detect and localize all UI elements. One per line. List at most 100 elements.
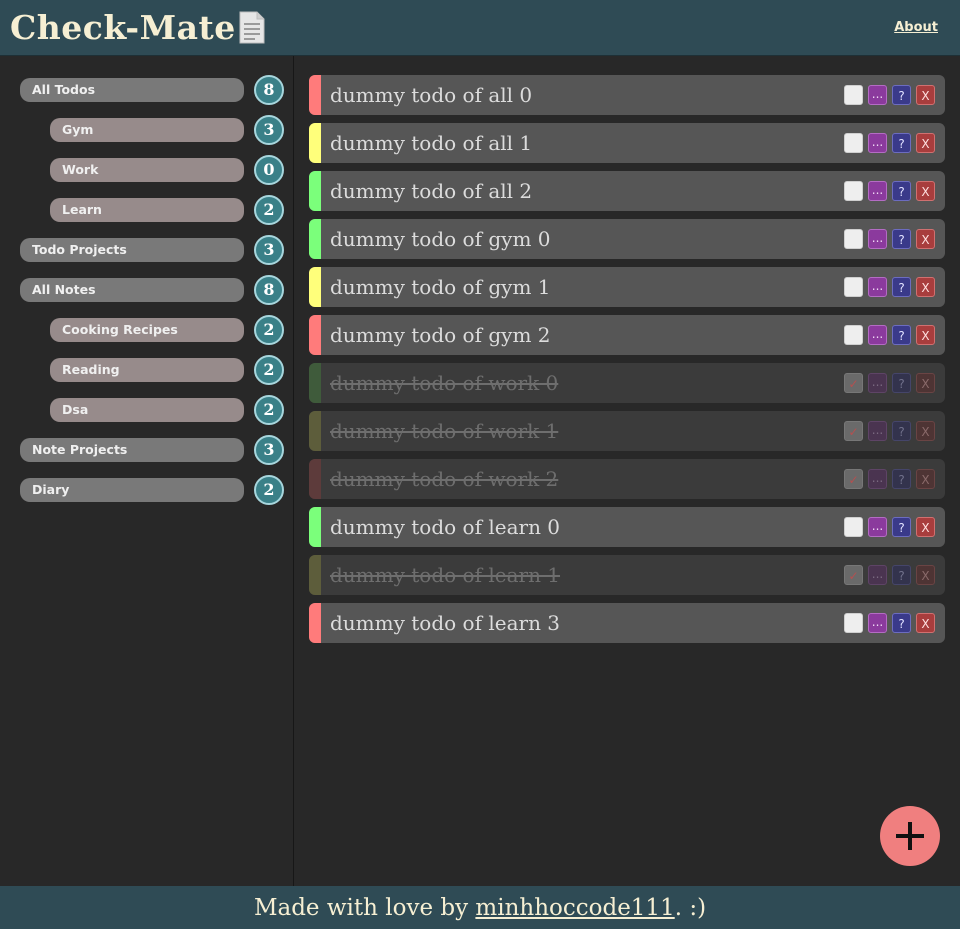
sidebar-item-label[interactable]: Gym — [50, 118, 244, 142]
sidebar-item[interactable]: Note Projects 3 — [0, 435, 294, 465]
complete-checkbox[interactable] — [844, 325, 863, 345]
delete-button[interactable]: X — [916, 229, 935, 249]
todo-item[interactable]: dummy todo of learn 0...? X — [309, 507, 945, 547]
edit-button[interactable]: ... — [868, 277, 887, 297]
todo-item[interactable]: dummy todo of all 1...? X — [309, 123, 945, 163]
todo-controls: ✓...? X — [844, 373, 935, 393]
delete-button[interactable]: X — [916, 373, 935, 393]
delete-button[interactable]: X — [916, 85, 935, 105]
app-header: Check-Mate About — [0, 0, 960, 56]
edit-button[interactable]: ... — [868, 85, 887, 105]
todo-title: dummy todo of learn 3 — [330, 611, 561, 635]
sidebar-item-label[interactable]: Diary — [20, 478, 244, 502]
details-button[interactable]: ? — [892, 277, 911, 297]
edit-button[interactable]: ... — [868, 133, 887, 153]
edit-button[interactable]: ... — [868, 373, 887, 393]
author-link[interactable]: minhhoccode111 — [475, 895, 674, 921]
sidebar-item[interactable]: Learn 2 — [0, 195, 294, 225]
edit-button[interactable]: ... — [868, 469, 887, 489]
sidebar-item[interactable]: Diary 2 — [0, 475, 294, 505]
sidebar-item[interactable]: Dsa 2 — [0, 395, 294, 425]
sidebar-item-label[interactable]: Todo Projects — [20, 238, 244, 262]
sidebar-item[interactable]: All Todos 8 — [0, 75, 294, 105]
sidebar-item-label[interactable]: Work — [50, 158, 244, 182]
sidebar-item-label[interactable]: Learn — [50, 198, 244, 222]
complete-checkbox[interactable] — [844, 181, 863, 201]
todo-item[interactable]: dummy todo of learn 3...? X — [309, 603, 945, 643]
details-button[interactable]: ? — [892, 373, 911, 393]
priority-indicator — [309, 267, 321, 307]
complete-checkbox[interactable]: ✓ — [844, 421, 863, 441]
complete-checkbox[interactable] — [844, 85, 863, 105]
todo-item[interactable]: dummy todo of gym 2...? X — [309, 315, 945, 355]
edit-button[interactable]: ... — [868, 613, 887, 633]
details-button[interactable]: ? — [892, 229, 911, 249]
edit-button[interactable]: ... — [868, 517, 887, 537]
details-button[interactable]: ? — [892, 421, 911, 441]
sidebar-item[interactable]: Cooking Recipes 2 — [0, 315, 294, 345]
todo-controls: ...? X — [844, 133, 935, 153]
sidebar-item[interactable]: Gym 3 — [0, 115, 294, 145]
sidebar-item[interactable]: Work 0 — [0, 155, 294, 185]
details-button[interactable]: ? — [892, 613, 911, 633]
delete-button[interactable]: X — [916, 325, 935, 345]
complete-checkbox[interactable] — [844, 229, 863, 249]
count-badge: 3 — [254, 115, 284, 145]
edit-button[interactable]: ... — [868, 565, 887, 585]
complete-checkbox[interactable]: ✓ — [844, 565, 863, 585]
todo-title: dummy todo of learn 0 — [330, 515, 561, 539]
todo-controls: ✓...? X — [844, 565, 935, 585]
priority-indicator — [309, 315, 321, 355]
todo-controls: ...? X — [844, 517, 935, 537]
todo-controls: ✓...? X — [844, 421, 935, 441]
details-button[interactable]: ? — [892, 133, 911, 153]
details-button[interactable]: ? — [892, 181, 911, 201]
details-button[interactable]: ? — [892, 85, 911, 105]
todo-item[interactable]: dummy todo of work 0 ✓...? X — [309, 363, 945, 403]
details-button[interactable]: ? — [892, 565, 911, 585]
complete-checkbox[interactable] — [844, 133, 863, 153]
edit-button[interactable]: ... — [868, 229, 887, 249]
delete-button[interactable]: X — [916, 565, 935, 585]
delete-button[interactable]: X — [916, 517, 935, 537]
todo-controls: ...? X — [844, 277, 935, 297]
sidebar-item[interactable]: Reading 2 — [0, 355, 294, 385]
sidebar-item-label[interactable]: All Todos — [20, 78, 244, 102]
delete-button[interactable]: X — [916, 277, 935, 297]
sidebar-item-label[interactable]: Note Projects — [20, 438, 244, 462]
sidebar-item-label[interactable]: All Notes — [20, 278, 244, 302]
todo-item[interactable]: dummy todo of work 1 ✓...? X — [309, 411, 945, 451]
delete-button[interactable]: X — [916, 613, 935, 633]
complete-checkbox[interactable]: ✓ — [844, 469, 863, 489]
complete-checkbox[interactable]: ✓ — [844, 373, 863, 393]
delete-button[interactable]: X — [916, 181, 935, 201]
sidebar-item-label[interactable]: Cooking Recipes — [50, 318, 244, 342]
details-button[interactable]: ? — [892, 469, 911, 489]
todo-title: dummy todo of all 0 — [330, 83, 533, 107]
todo-item[interactable]: dummy todo of learn 1 ✓...? X — [309, 555, 945, 595]
todo-item[interactable]: dummy todo of gym 0...? X — [309, 219, 945, 259]
edit-button[interactable]: ... — [868, 325, 887, 345]
sidebar-item[interactable]: Todo Projects 3 — [0, 235, 294, 265]
edit-button[interactable]: ... — [868, 421, 887, 441]
sidebar-item-label[interactable]: Dsa — [50, 398, 244, 422]
todo-item[interactable]: dummy todo of gym 1...? X — [309, 267, 945, 307]
details-button[interactable]: ? — [892, 517, 911, 537]
priority-indicator — [309, 507, 321, 547]
priority-indicator — [309, 411, 321, 451]
complete-checkbox[interactable] — [844, 517, 863, 537]
about-link[interactable]: About — [894, 20, 938, 35]
todo-item[interactable]: dummy todo of work 2 ✓...? X — [309, 459, 945, 499]
delete-button[interactable]: X — [916, 421, 935, 441]
delete-button[interactable]: X — [916, 133, 935, 153]
todo-item[interactable]: dummy todo of all 2...? X — [309, 171, 945, 211]
complete-checkbox[interactable] — [844, 613, 863, 633]
sidebar-item[interactable]: All Notes 8 — [0, 275, 294, 305]
complete-checkbox[interactable] — [844, 277, 863, 297]
delete-button[interactable]: X — [916, 469, 935, 489]
todo-item[interactable]: dummy todo of all 0...? X — [309, 75, 945, 115]
edit-button[interactable]: ... — [868, 181, 887, 201]
details-button[interactable]: ? — [892, 325, 911, 345]
add-todo-button[interactable] — [880, 806, 940, 866]
sidebar-item-label[interactable]: Reading — [50, 358, 244, 382]
